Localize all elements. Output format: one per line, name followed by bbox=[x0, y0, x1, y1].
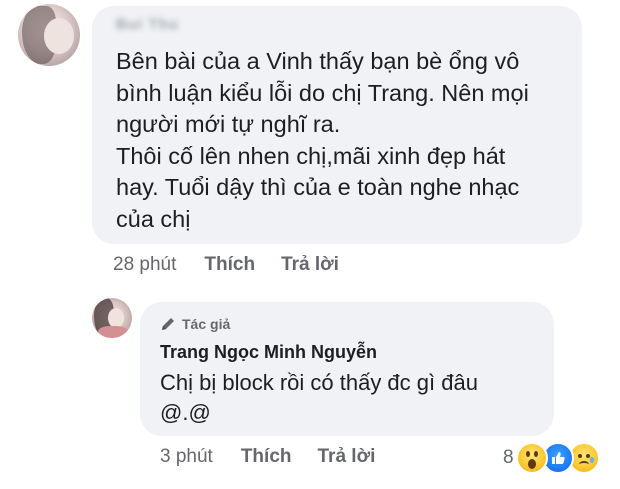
comment-line: hay. Tuổi dậy thì của e toàn nghe nhạc bbox=[116, 174, 520, 200]
comment-timestamp[interactable]: 28 phút bbox=[113, 254, 176, 276]
reply-button[interactable]: Trả lời bbox=[318, 446, 376, 468]
reply-text: Chị bị block rồi có thấy đc gì đâu @.@ bbox=[160, 368, 478, 428]
wow-icon bbox=[515, 442, 548, 474]
comment-line: bình luận kiểu lỗi do chị Trang. Nên mọi bbox=[116, 79, 529, 106]
reaction-count: 8 bbox=[503, 447, 514, 468]
reply-author-name[interactable]: Trang Ngọc Minh Nguyễn bbox=[160, 342, 377, 363]
comment-bubble: Bui Thu Bên bài của a Vinh thấy bạn bè ổ… bbox=[92, 6, 582, 244]
comment-line: của chị bbox=[116, 205, 191, 232]
commenter-name[interactable]: Bui Thu bbox=[116, 16, 196, 34]
comment-actions: 28 phút Thích Trả lời bbox=[113, 254, 339, 276]
comment-line: người mới tự nghĩ ra. bbox=[116, 111, 341, 137]
comment-text: Bên bài của a Vinh thấy bạn bè ổng vô bì… bbox=[116, 46, 576, 235]
reply-timestamp[interactable]: 3 phút bbox=[160, 446, 213, 468]
reply-actions: 3 phút Thích Trả lời bbox=[160, 446, 375, 468]
comment-line: Thôi cố lên nhen chị,mãi xinh đẹp hát bbox=[116, 142, 506, 169]
pencil-icon bbox=[162, 318, 174, 330]
comment-line: Bên bài của a Vinh thấy bạn bè ổng vô bbox=[116, 48, 520, 74]
like-button[interactable]: Thích bbox=[241, 446, 292, 468]
reply-button[interactable]: Trả lời bbox=[281, 254, 339, 276]
reply-bubble: Tác giả Trang Ngọc Minh Nguyễn Chị bị bl… bbox=[140, 302, 554, 436]
avatar-face bbox=[44, 18, 74, 54]
reply-author-avatar[interactable] bbox=[92, 298, 132, 338]
author-badge: Tác giả bbox=[160, 316, 230, 332]
avatar-face bbox=[108, 308, 124, 328]
reaction-summary[interactable]: 8 bbox=[503, 442, 600, 474]
commenter-avatar[interactable] bbox=[18, 4, 80, 66]
like-button[interactable]: Thích bbox=[204, 254, 255, 276]
comment-thread: Bui Thu Bên bài của a Vinh thấy bạn bè ổ… bbox=[0, 0, 620, 489]
reply-line: Chị bị block rồi có thấy đc gì đâu bbox=[160, 370, 478, 395]
reply-line: @.@ bbox=[160, 400, 211, 425]
author-badge-label: Tác giả bbox=[182, 316, 231, 332]
avatar-shirt bbox=[98, 326, 128, 338]
